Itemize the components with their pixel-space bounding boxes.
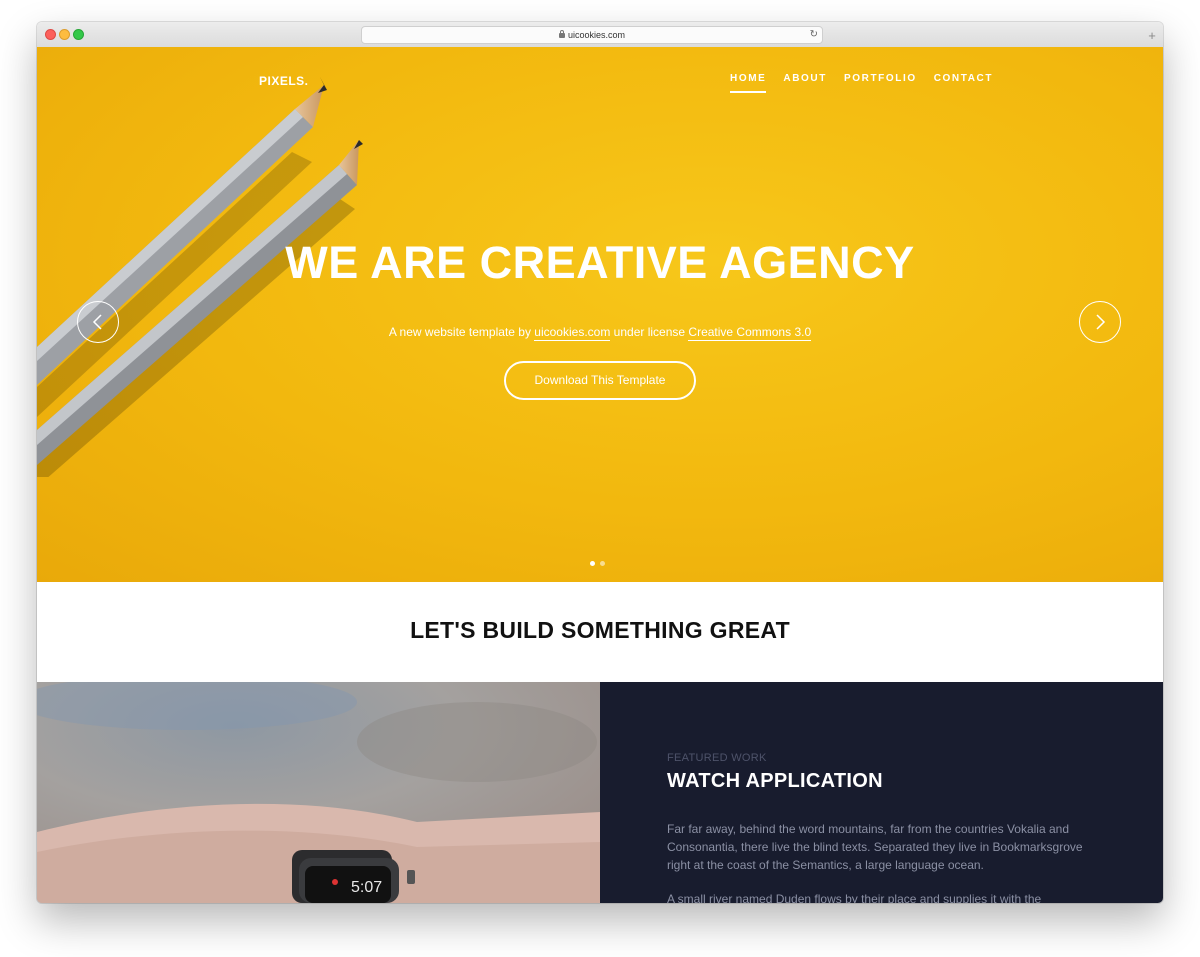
hero-subtitle: A new website template by uicookies.com …: [37, 325, 1163, 341]
nav-about[interactable]: ABOUT: [783, 73, 827, 93]
hero-slider: PIXELS. HOME ABOUT PORTFOLIO CONTACT WE …: [37, 47, 1163, 582]
uicookies-link[interactable]: uicookies.com: [534, 325, 611, 341]
reload-icon[interactable]: ↻: [810, 27, 818, 43]
featured-work-image: 5:07: [37, 682, 600, 903]
slide-pager: [590, 561, 605, 566]
prev-slide-button[interactable]: [77, 301, 119, 343]
chevron-left-icon: [92, 314, 102, 330]
minimize-window-icon[interactable]: [59, 29, 70, 40]
nav-contact[interactable]: CONTACT: [934, 73, 993, 93]
section-title: LET'S BUILD SOMETHING GREAT: [410, 617, 790, 643]
close-window-icon[interactable]: [45, 29, 56, 40]
slide-dot[interactable]: [590, 561, 595, 566]
featured-paragraph-1: Far far away, behind the word mountains,…: [667, 822, 1083, 872]
watch-on-wrist-image: 5:07: [37, 682, 600, 903]
nav-home[interactable]: HOME: [730, 73, 767, 93]
hero-title: WE ARE CREATIVE AGENCY: [285, 237, 915, 288]
featured-work-panel: FEATURED WORK WATCH APPLICATION Far far …: [600, 682, 1163, 903]
browser-window: uicookies.com ↻ + PIXELS. HOME ABOUT POR…: [37, 22, 1163, 903]
chevron-right-icon: [1096, 314, 1106, 330]
next-slide-button[interactable]: [1079, 301, 1121, 343]
featured-title: WATCH APPLICATION: [667, 770, 883, 792]
featured-kicker: FEATURED WORK: [667, 752, 767, 764]
slide-dot[interactable]: [600, 561, 605, 566]
site-logo[interactable]: PIXELS.: [259, 74, 309, 88]
lock-icon: [558, 30, 565, 38]
address-bar[interactable]: uicookies.com ↻: [361, 26, 823, 44]
hero-subtitle-middle: under license: [613, 325, 686, 339]
hero-subtitle-prefix: A new website template by: [388, 325, 531, 339]
license-link[interactable]: Creative Commons 3.0: [688, 325, 812, 341]
download-template-button[interactable]: Download This Template: [504, 361, 696, 400]
featured-paragraph-2: A small river named Duden flows by their…: [667, 892, 1042, 903]
address-text: uicookies.com: [567, 30, 626, 40]
zoom-window-icon[interactable]: [73, 29, 84, 40]
browser-titlebar: uicookies.com ↻ +: [37, 22, 1163, 48]
watch-time-text: 5:07: [351, 879, 382, 896]
new-tab-icon[interactable]: +: [1145, 29, 1159, 43]
nav-portfolio[interactable]: PORTFOLIO: [844, 73, 917, 93]
main-nav: HOME ABOUT PORTFOLIO CONTACT: [730, 73, 993, 93]
